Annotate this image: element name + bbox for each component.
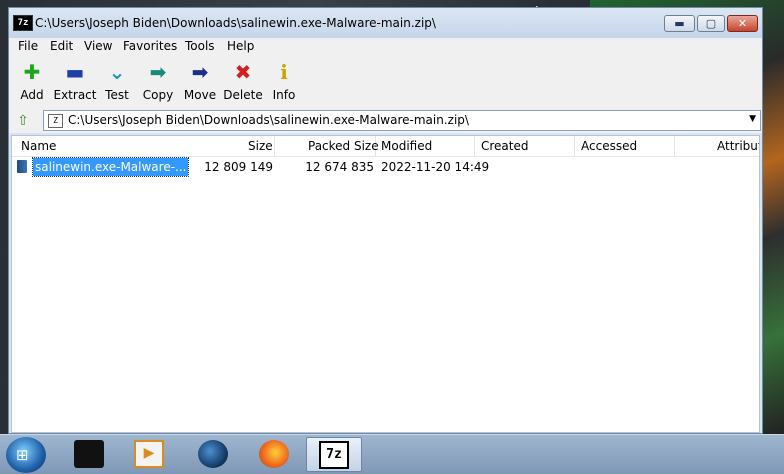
column-size[interactable]: Size [248, 139, 273, 153]
sevenzip-icon: 7z [319, 441, 349, 469]
menu-edit[interactable]: Edit [50, 39, 73, 53]
delete-label: Delete [223, 88, 263, 102]
firefox-icon [259, 440, 289, 468]
column-separator[interactable] [674, 136, 675, 156]
chevron-down-icon[interactable]: ▼ [749, 114, 756, 124]
column-separator[interactable] [474, 136, 475, 156]
test-button[interactable]: ⌄ Test [96, 58, 138, 106]
menu-view[interactable]: View [84, 39, 112, 53]
windows-logo-icon: ⊞ [16, 446, 29, 464]
delete-x-icon: ✖ [234, 60, 252, 84]
column-separator[interactable] [274, 136, 275, 156]
column-separator[interactable] [574, 136, 575, 156]
column-packed-size[interactable]: Packed Size [308, 139, 379, 153]
add-label: Add [20, 88, 44, 102]
minimize-button[interactable]: ▬ [664, 15, 695, 32]
column-created[interactable]: Created [481, 139, 529, 153]
row-packed-size: 12 674 835 [305, 160, 374, 174]
taskbar-firefox[interactable] [247, 437, 301, 472]
address-combobox[interactable]: Z C:\Users\Joseph Biden\Downloads\saline… [43, 110, 761, 131]
column-name[interactable]: Name [21, 139, 56, 153]
start-button[interactable]: ⊞ [6, 437, 46, 473]
move-label: Move [183, 88, 217, 102]
title-bar[interactable]: 7z C:\Users\Joseph Biden\Downloads\salin… [9, 8, 762, 38]
address-path[interactable]: C:\Users\Joseph Biden\Downloads\salinewi… [68, 113, 469, 127]
file-list[interactable]: Name Size Packed Size Modified Created A… [11, 135, 760, 433]
menu-tools[interactable]: Tools [185, 39, 215, 53]
plus-icon: ✚ [23, 60, 41, 84]
info-label: Info [272, 88, 296, 102]
terminal-icon [74, 440, 104, 468]
up-folder-button[interactable]: ⇧ [13, 112, 33, 130]
menu-favorites[interactable]: Favorites [123, 39, 177, 53]
address-bar: ⇧ Z C:\Users\Joseph Biden\Downloads\sali… [9, 109, 762, 133]
extract-label: Extract [53, 88, 97, 102]
taskbar-7zip[interactable]: 7z [306, 437, 362, 472]
menu-file[interactable]: File [18, 39, 38, 53]
copy-label: Copy [142, 88, 174, 102]
copy-arrow-icon: ➡ [149, 60, 167, 84]
row-name[interactable]: salinewin.exe-Malware-... [31, 157, 190, 177]
table-row[interactable]: salinewin.exe-Malware-... 12 809 149 12 … [12, 157, 759, 177]
move-button[interactable]: ➡ Move [179, 58, 221, 106]
menu-bar: File Edit View Favorites Tools Help [9, 38, 762, 57]
extract-button[interactable]: ▬ Extract [53, 58, 97, 106]
taskbar-media-player[interactable]: ▶ [122, 437, 176, 472]
delete-button[interactable]: ✖ Delete [221, 58, 265, 106]
folder-icon [17, 160, 27, 173]
info-button[interactable]: i Info [263, 58, 305, 106]
sevenzip-app-icon[interactable]: 7z [13, 15, 33, 31]
row-size: 12 809 149 [204, 160, 273, 174]
taskbar-terminal[interactable] [62, 437, 116, 472]
row-modified: 2022-11-20 14:49 [381, 160, 490, 174]
media-player-icon: ▶ [134, 440, 164, 468]
maximize-button[interactable]: ▢ [697, 15, 725, 32]
move-arrow-icon: ➡ [191, 60, 209, 84]
close-button[interactable]: ✕ [727, 15, 758, 32]
check-chevron-icon: ⌄ [108, 60, 126, 84]
sevenzip-window: 7z C:\Users\Joseph Biden\Downloads\salin… [8, 7, 763, 434]
info-icon: i [280, 60, 288, 84]
column-attributes[interactable]: Attributes [717, 139, 759, 153]
window-title: C:\Users\Joseph Biden\Downloads\salinewi… [35, 16, 436, 30]
globe-icon [198, 440, 228, 468]
archive-icon: Z [48, 114, 63, 128]
column-accessed[interactable]: Accessed [581, 139, 637, 153]
list-header: Name Size Packed Size Modified Created A… [12, 136, 759, 157]
menu-help[interactable]: Help [227, 39, 254, 53]
test-label: Test [105, 88, 129, 102]
toolbar: ✚ Add ▬ Extract ⌄ Test ➡ Copy ➡ Move ✖ D… [9, 56, 762, 109]
copy-button[interactable]: ➡ Copy [137, 58, 179, 106]
minus-icon: ▬ [65, 60, 85, 84]
taskbar: ⊞ ▶ 7z [0, 434, 784, 474]
taskbar-browser-globe[interactable] [186, 437, 240, 472]
add-button[interactable]: ✚ Add [11, 58, 53, 106]
column-modified[interactable]: Modified [381, 139, 432, 153]
